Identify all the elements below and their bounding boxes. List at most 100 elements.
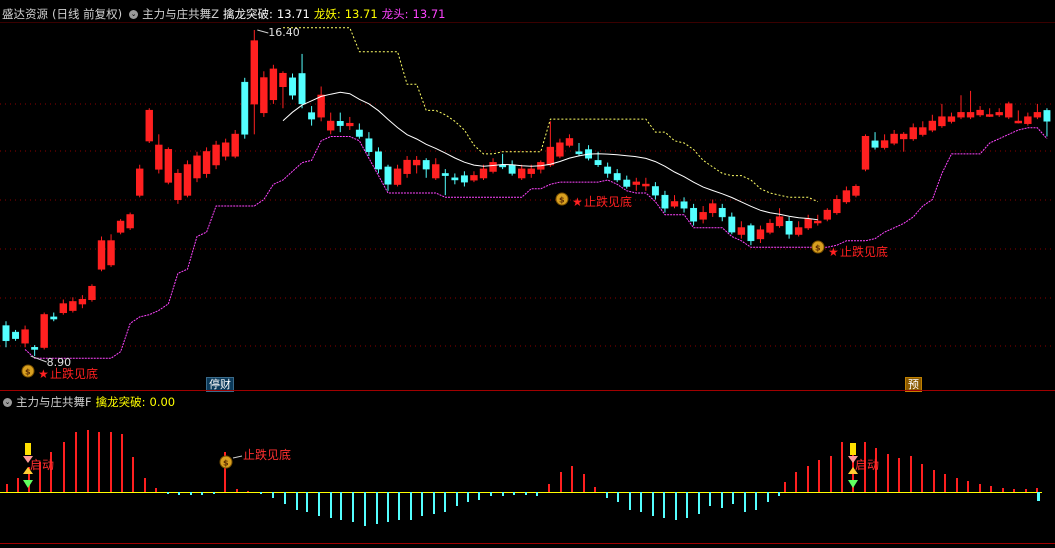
candle-body-down[interactable] [289,77,296,96]
candle-body-up[interactable] [88,285,96,300]
candle-body-down[interactable] [613,173,621,181]
candle-body-up[interactable] [279,72,287,88]
candle-body-down[interactable] [718,207,726,218]
candle-body-down[interactable] [451,177,459,181]
candle-body-up[interactable] [1024,116,1032,124]
candle-body-up[interactable] [317,94,325,118]
candle-body-up[interactable] [900,133,908,140]
candle-body-down[interactable] [241,81,249,135]
candle-body-up[interactable] [909,127,917,140]
candle-body-up[interactable] [852,185,860,196]
candle-body-up[interactable] [632,181,640,185]
candle-body-up[interactable] [40,314,48,348]
candle-body-up[interactable] [518,168,526,179]
candle-body-up[interactable] [393,168,402,185]
candle-body-up[interactable] [260,77,268,114]
candle-body-down[interactable] [604,166,612,174]
candle-body-up[interactable] [842,190,851,203]
candle-body-up[interactable] [250,40,259,105]
candle-body-up[interactable] [212,144,220,166]
candle-body-down[interactable] [680,201,688,209]
candle-body-up[interactable] [145,109,153,142]
candle-body-up[interactable] [164,149,173,183]
kline-chart[interactable]: 16.408.90$ ★ 止跌见底$ ★ 止跌见底$ ★ 止跌见底启动 启动$止跌见底 [0,0,1055,548]
candle-body-up[interactable] [21,329,29,344]
candle-body-up[interactable] [479,168,488,179]
candle-body-down[interactable] [661,194,669,209]
candle-body-down[interactable] [575,151,583,155]
candle-body-up[interactable] [833,199,841,214]
candle-body-down[interactable] [623,179,631,187]
candle-body-down[interactable] [336,121,344,126]
candle-body-down[interactable] [31,347,39,350]
candle-body-up[interactable] [527,168,535,174]
candle-body-up[interactable] [136,168,144,196]
candle-body-up[interactable] [470,175,478,181]
candle-body-up[interactable] [231,133,239,157]
candle-body-up[interactable] [183,164,192,196]
candle-body-up[interactable] [985,114,994,117]
candle-body-down[interactable] [2,325,10,342]
candle-body-up[interactable] [709,203,717,214]
candle-body-up[interactable] [126,214,134,229]
candle-body-up[interactable] [59,303,67,314]
candle-body-down[interactable] [441,173,449,176]
candle-body-up[interactable] [890,133,898,144]
candle-body-up[interactable] [699,212,707,220]
candle-body-up[interactable] [928,120,937,131]
candle-body-down[interactable] [422,160,430,170]
candle-body-up[interactable] [97,240,106,270]
candle-body-down[interactable] [871,140,879,148]
candle-body-up[interactable] [775,216,784,227]
candle-body-up[interactable] [78,298,87,305]
candle-body-down[interactable] [1043,110,1051,122]
candle-body-down[interactable] [747,225,755,242]
candle-body-up[interactable] [804,218,812,229]
candle-body-up[interactable] [642,183,650,187]
candle-body-up[interactable] [861,135,870,170]
candle-body-up[interactable] [737,227,746,235]
candle-body-up[interactable] [432,164,440,179]
candle-body-up[interactable] [202,151,211,174]
candle-body-up[interactable] [766,222,774,233]
candle-body-up[interactable] [346,122,354,127]
candle-body-up[interactable] [269,68,278,101]
candle-body-up[interactable] [1014,120,1022,124]
candle-body-up[interactable] [155,144,163,170]
candle-body-up[interactable] [327,120,335,131]
candle-body-up[interactable] [565,138,574,146]
candle-body-down[interactable] [651,186,659,196]
candle-body-up[interactable] [670,201,679,207]
candle-body-up[interactable] [69,301,77,311]
candle-body-up[interactable] [116,220,125,233]
candle-body-up[interactable] [938,116,946,127]
candle-body-up[interactable] [107,240,115,266]
candle-body-down[interactable] [308,112,316,120]
candle-body-up[interactable] [814,220,822,224]
candle-body-up[interactable] [880,140,889,148]
candle-body-down[interactable] [690,207,698,222]
candle-body-up[interactable] [412,159,421,166]
candle-body-down[interactable] [50,316,58,320]
candle-body-down[interactable] [728,216,736,233]
candle-body-down[interactable] [355,129,363,137]
candle-body-down[interactable] [375,151,382,170]
candle-body-down[interactable] [508,164,516,174]
candle-body-up[interactable] [794,227,803,235]
candle-body-down[interactable] [460,175,468,183]
candle-body-down[interactable] [384,166,392,185]
candle-body-up[interactable] [957,112,965,118]
candle-body-up[interactable] [193,155,201,179]
candle-body-down[interactable] [785,221,793,235]
candle-body-up[interactable] [556,142,564,157]
candle-body-up[interactable] [756,229,765,240]
candle-body-up[interactable] [1033,112,1042,118]
candle-body-down[interactable] [365,138,373,152]
candle-body-down[interactable] [594,160,602,165]
candle-body-down[interactable] [298,73,306,105]
candle-body-up[interactable] [1005,103,1013,118]
candle-body-up[interactable] [221,142,230,157]
candle-body-up[interactable] [823,209,831,220]
candle-body-up[interactable] [489,162,497,172]
candle-body-up[interactable] [966,112,975,118]
